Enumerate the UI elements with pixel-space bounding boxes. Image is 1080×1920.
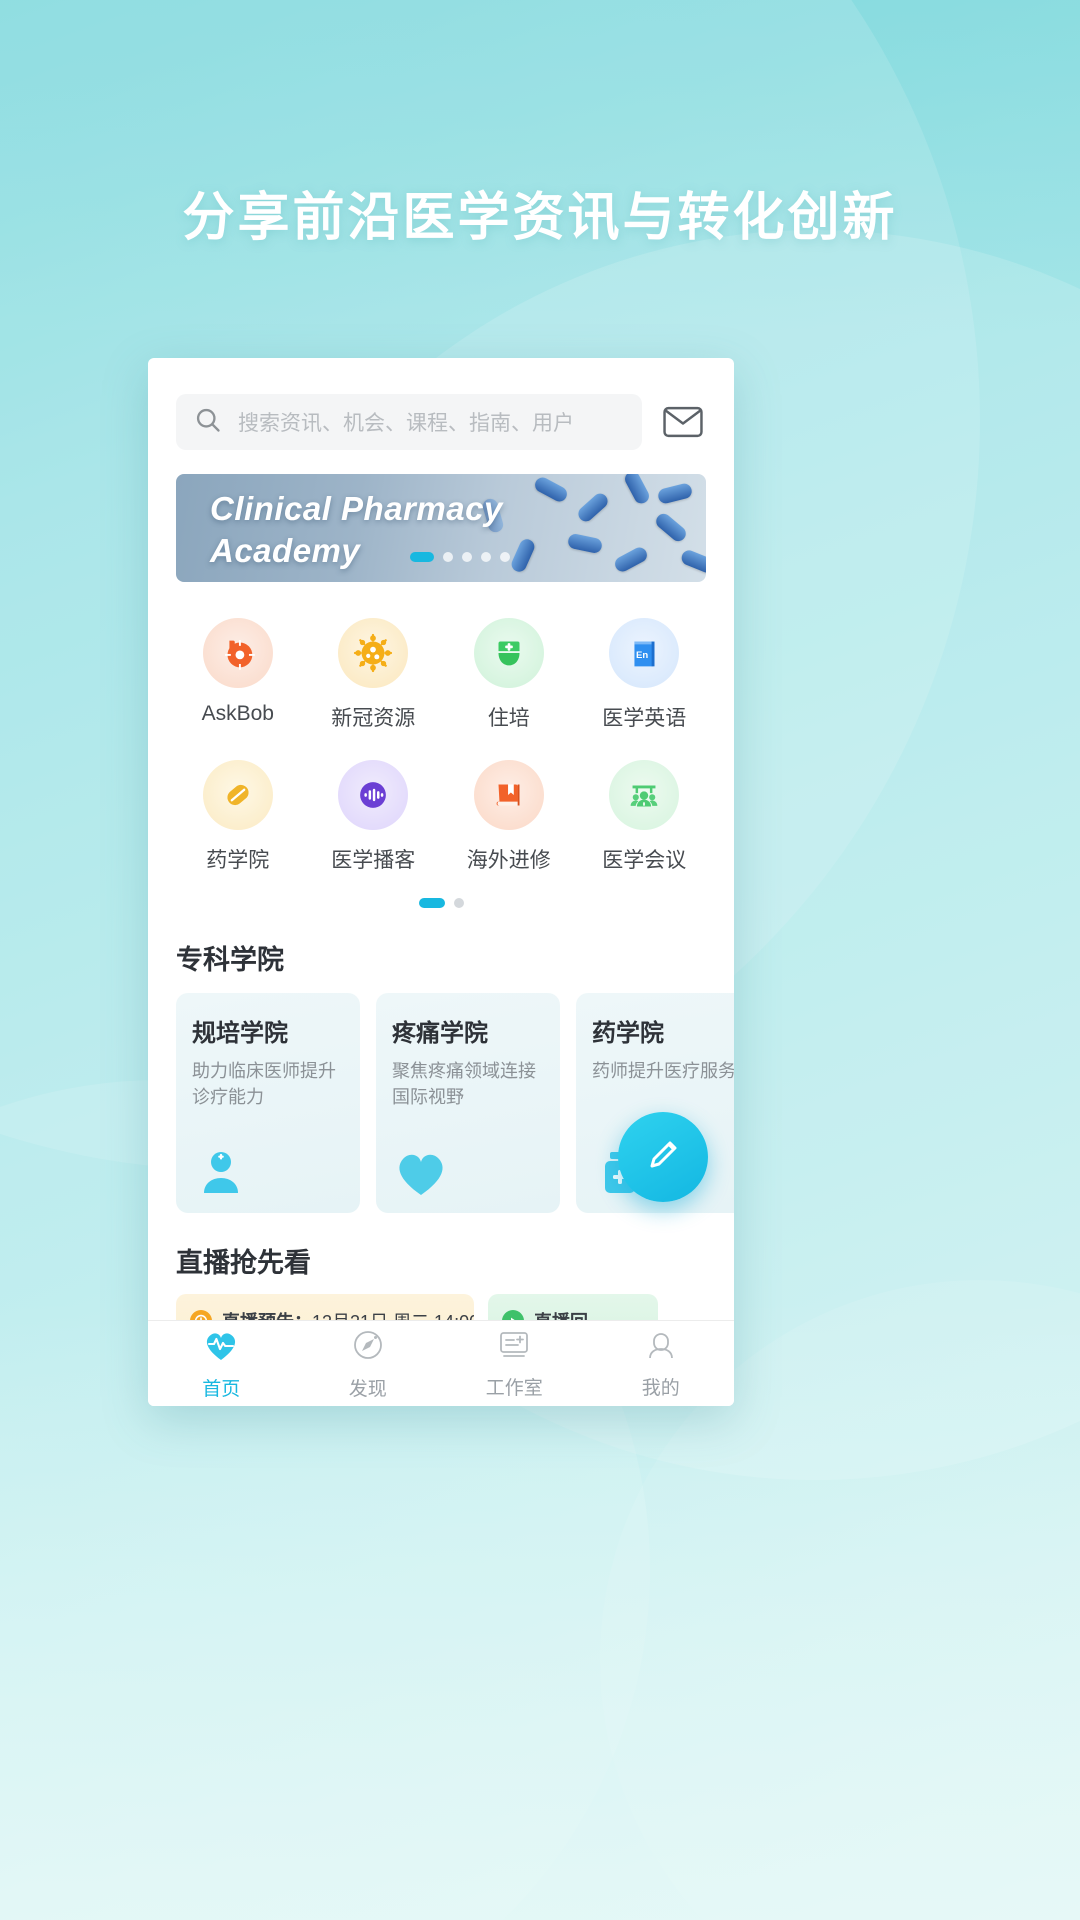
play-icon [502,1310,524,1320]
banner-dot[interactable] [481,552,491,562]
tab-label: 我的 [641,1377,680,1399]
tab-label: 发现 [348,1378,387,1400]
live-prefix: 直播预告： [222,1312,312,1320]
bottom-tab-bar: 首页 发现 工作室 我的 [148,1320,734,1406]
specialty-section-title: 专科学院 [176,945,284,975]
banner-title-line1: Clinical Pharmacy [210,490,503,527]
tab-home[interactable]: 首页 [148,1327,295,1401]
shortcut-covid-resources[interactable]: 新冠资源 [306,608,442,750]
svg-text:En: En [636,650,648,661]
live-time: 12月21日 周二 14:00 UTC+8 [312,1312,474,1320]
search-icon [194,406,222,439]
tab-workspace[interactable]: 工作室 [441,1328,588,1400]
shortcut-overseas-study[interactable]: 海外进修 [441,750,577,892]
workspace-icon [496,1328,532,1367]
shortcut-page-dot[interactable] [418,898,445,908]
live-preview-card[interactable]: 直播预告：12月21日 周二 14:00 UTC+8 [176,1294,474,1320]
askbob-target-icon [202,618,273,688]
banner-pagination[interactable] [410,552,510,562]
shortcut-row: 药学院 医学播客 海外进修 医学会议 [170,750,712,892]
shortcut-label: 海外进修 [466,849,551,872]
banner-dot[interactable] [410,552,434,562]
search-placeholder: 搜索资讯、机会、课程、指南、用户 [238,412,574,435]
tab-profile[interactable]: 我的 [588,1328,735,1400]
live-prefix: 直播回 [534,1312,588,1320]
heart-icon [392,1133,544,1199]
shortcut-medical-english[interactable]: En 医学英语 [577,608,713,750]
card-title: 规培学院 [192,1020,288,1047]
pencil-edit-icon [641,1133,685,1182]
clock-icon [190,1310,212,1320]
specialty-card-pain-academy[interactable]: 疼痛学院 聚焦疼痛领域连接国际视野 [376,993,560,1213]
podcast-wave-icon [338,760,409,830]
specialty-card-regulated-training[interactable]: 规培学院 助力临床医师提升诊疗能力 [176,993,360,1213]
shortcut-label: 住培 [487,707,530,730]
mail-icon[interactable] [660,399,706,445]
conference-icon [609,760,680,830]
shortcut-pharmacy-academy[interactable]: 药学院 [170,750,306,892]
shortcut-label: 医学会议 [602,849,687,872]
card-title: 药学院 [592,1020,664,1047]
card-description: 药师提升医疗服务 [592,1061,734,1081]
live-text: 直播回 [534,1308,588,1320]
compass-icon [350,1327,386,1368]
tab-discover[interactable]: 发现 [295,1327,442,1401]
shortcut-row: AskBob 新冠资源 住培 En 医学英语 [170,608,712,750]
shortcut-label: 新冠资源 [331,707,416,730]
tab-label: 工作室 [485,1377,543,1399]
page-headline: 分享前沿医学资讯与转化创新 [182,189,898,247]
search-row: 搜索资讯、机会、课程、指南、用户 [148,358,734,468]
shortcut-medical-conference[interactable]: 医学会议 [577,750,713,892]
doctor-avatar-icon [192,1133,344,1199]
shortcut-label: AskBob [201,702,274,725]
live-section-title: 直播抢先看 [176,1248,311,1278]
tab-label: 首页 [202,1378,241,1400]
nurse-cap-icon [473,618,544,688]
banner-dot[interactable] [500,552,510,562]
banner-dot[interactable] [462,552,472,562]
live-replay-card[interactable]: 直播回 [488,1294,658,1320]
card-description: 聚焦疼痛领域连接国际视野 [392,1061,536,1108]
shortcut-label: 药学院 [206,849,270,872]
person-icon [643,1328,679,1367]
compose-fab-button[interactable] [618,1112,708,1202]
shortcut-residency[interactable]: 住培 [441,608,577,750]
shortcut-medical-podcast[interactable]: 医学播客 [306,750,442,892]
search-input[interactable]: 搜索资讯、机会、课程、指南、用户 [176,394,642,450]
heart-pulse-icon [202,1327,240,1368]
capsule-pill-icon [202,760,273,830]
card-description: 助力临床医师提升诊疗能力 [192,1061,336,1108]
english-book-icon: En [609,618,680,688]
bookmark-book-icon [473,760,544,830]
banner-dot[interactable] [443,552,453,562]
phone-mockup: 搜索资讯、机会、课程、指南、用户 Clinical Pharmacy Acade… [148,358,734,1406]
live-card-list[interactable]: 直播预告：12月21日 周二 14:00 UTC+8 直播回 [148,1294,734,1320]
shortcut-askbob[interactable]: AskBob [170,608,306,750]
live-text: 直播预告：12月21日 周二 14:00 UTC+8 [222,1308,474,1320]
promo-banner[interactable]: Clinical Pharmacy Academy [176,474,706,582]
shortcut-grid: AskBob 新冠资源 住培 En 医学英语 药学院 医学播客 海外进修 医学会… [148,582,734,912]
shortcut-page-dot[interactable] [453,898,464,908]
shortcut-label: 医学播客 [331,849,416,872]
card-title: 疼痛学院 [392,1020,488,1047]
shortcut-pagination[interactable] [170,892,712,912]
shortcut-label: 医学英语 [602,707,687,730]
virus-icon [338,618,409,688]
app-scroll-area[interactable]: 搜索资讯、机会、课程、指南、用户 Clinical Pharmacy Acade… [148,358,734,1320]
